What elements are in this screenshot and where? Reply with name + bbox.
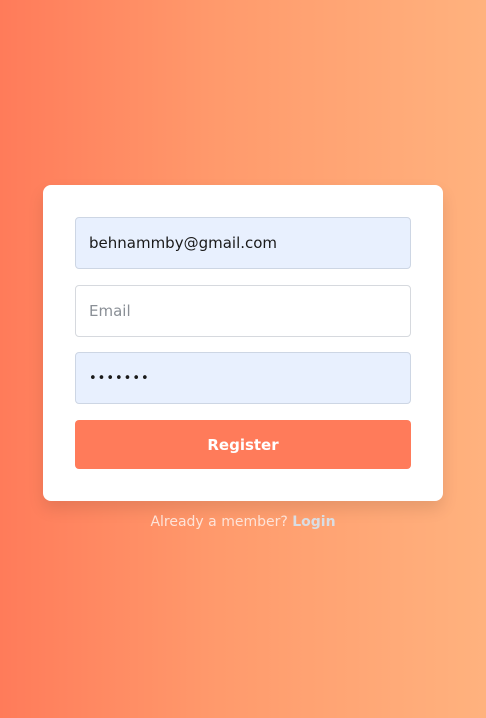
login-prompt: Already a member? Login [0,514,486,530]
login-prompt-text: Already a member? [150,514,288,530]
register-card: Register [43,185,443,501]
password-input[interactable] [75,352,411,404]
username-input[interactable] [75,217,411,269]
register-button[interactable]: Register [75,420,411,469]
login-link[interactable]: Login [292,514,335,530]
email-input[interactable] [75,285,411,337]
